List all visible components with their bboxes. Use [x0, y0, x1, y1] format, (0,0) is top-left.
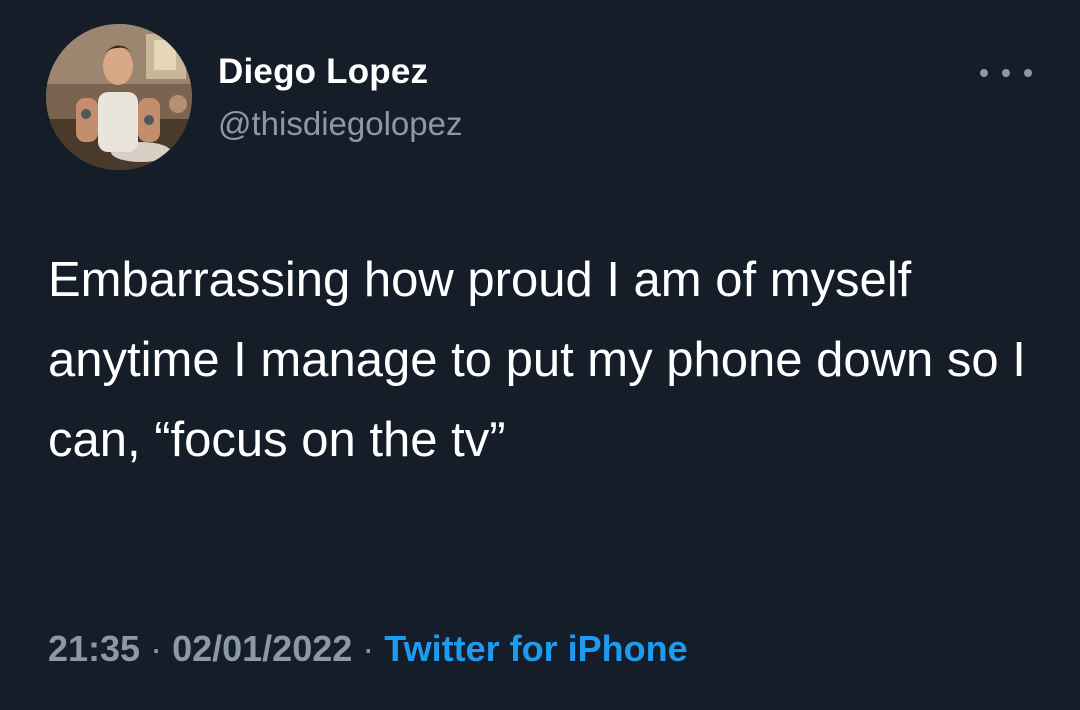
separator: ·	[150, 628, 163, 669]
tweet-time[interactable]: 21:35	[48, 628, 140, 669]
avatar-photo	[46, 24, 192, 170]
avatar[interactable]	[46, 24, 192, 170]
author-handle[interactable]: @thisdiegolopez	[218, 105, 463, 143]
author-name[interactable]: Diego Lopez	[218, 52, 428, 92]
dot	[1024, 69, 1032, 77]
dot	[1002, 69, 1010, 77]
dot	[980, 69, 988, 77]
tweet-date[interactable]: 02/01/2022	[172, 628, 352, 669]
separator: ·	[362, 628, 375, 669]
tweet-card: Diego Lopez @thisdiegolopez Embarrassing…	[0, 0, 1080, 710]
more-horizontal-icon[interactable]	[980, 58, 1032, 88]
tweet-text: Embarrassing how proud I am of myself an…	[48, 253, 1026, 467]
tweet-meta: 21:35 · 02/01/2022 · Twitter for iPhone	[48, 628, 688, 670]
tweet-source-link[interactable]: Twitter for iPhone	[384, 628, 687, 669]
